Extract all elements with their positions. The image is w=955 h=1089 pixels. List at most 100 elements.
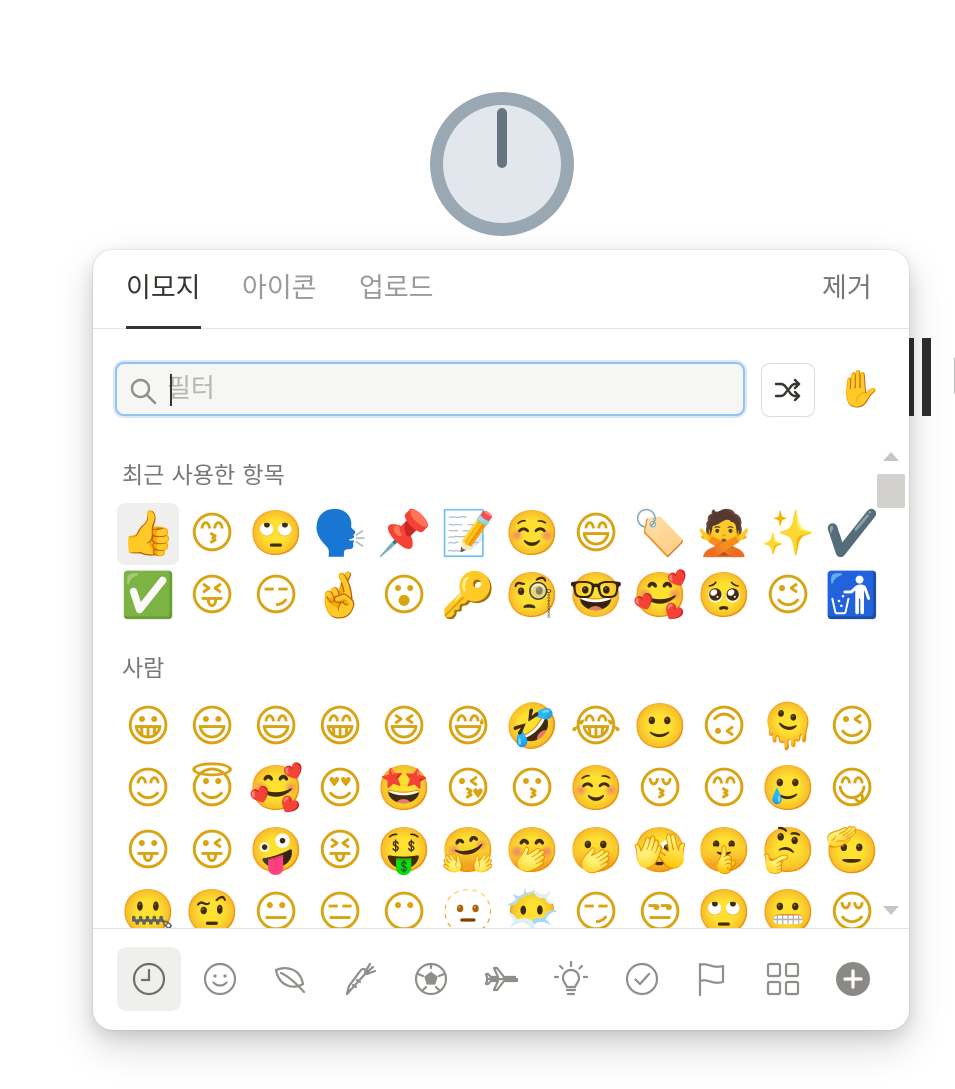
- category-custom-button[interactable]: [751, 947, 815, 1011]
- search-field[interactable]: [115, 362, 745, 416]
- emoji-button[interactable]: ✅: [117, 565, 179, 627]
- emoji-button[interactable]: 😗: [501, 758, 563, 820]
- emoji-button[interactable]: 🙄: [693, 882, 755, 929]
- emoji-button[interactable]: 📝: [437, 503, 499, 565]
- emoji-button[interactable]: 🤐: [117, 882, 179, 929]
- emoji-button[interactable]: 🤨: [181, 882, 243, 929]
- emoji-button[interactable]: 😍: [309, 758, 371, 820]
- emoji-button[interactable]: 📌: [373, 503, 435, 565]
- category-food-button[interactable]: [328, 947, 392, 1011]
- emoji-list-scrollbar[interactable]: [875, 446, 909, 926]
- tab-upload-label: 업로드: [359, 273, 434, 304]
- emoji-button[interactable]: 😚: [629, 758, 691, 820]
- emoji-button[interactable]: 😬: [757, 882, 819, 929]
- emoji-button[interactable]: 😒: [629, 882, 691, 929]
- emoji-button[interactable]: ☺️: [565, 758, 627, 820]
- emoji-button[interactable]: 🥺: [693, 565, 755, 627]
- scroll-up-arrow[interactable]: [883, 452, 899, 461]
- add-emoji-button[interactable]: [821, 947, 885, 1011]
- emoji-button[interactable]: 😮: [373, 565, 435, 627]
- emoji-button[interactable]: 🫣: [629, 820, 691, 882]
- grid-icon: [766, 962, 800, 996]
- emoji-button[interactable]: 😘: [437, 758, 499, 820]
- emoji-button[interactable]: 😉: [757, 565, 819, 627]
- random-emoji-button[interactable]: [761, 363, 815, 417]
- emoji-button[interactable]: 🤫: [693, 820, 755, 882]
- category-nature-button[interactable]: [258, 947, 322, 1011]
- emoji-button[interactable]: 😄: [565, 503, 627, 565]
- remove-button[interactable]: 제거: [822, 250, 872, 328]
- scroll-thumb[interactable]: [877, 474, 905, 508]
- emoji-button[interactable]: 😙: [693, 758, 755, 820]
- page-clock-icon[interactable]: [424, 86, 580, 242]
- emoji-button[interactable]: 🫢: [565, 820, 627, 882]
- emoji-button[interactable]: 🤭: [501, 820, 563, 882]
- emoji-button[interactable]: 😉: [821, 696, 883, 758]
- category-objects-button[interactable]: [539, 947, 603, 1011]
- emoji-button[interactable]: 😄: [245, 696, 307, 758]
- emoji-button[interactable]: ☺️: [501, 503, 563, 565]
- emoji-button[interactable]: 😁: [309, 696, 371, 758]
- emoji-button[interactable]: 😑: [309, 882, 371, 929]
- emoji-button[interactable]: 😃: [181, 696, 243, 758]
- emoji-button[interactable]: 😌: [821, 882, 883, 929]
- emoji-button[interactable]: 🥰: [629, 565, 691, 627]
- emoji-button[interactable]: 🤗: [437, 820, 499, 882]
- emoji-button[interactable]: 🚮: [821, 565, 883, 627]
- emoji-button[interactable]: 🫠: [757, 696, 819, 758]
- scroll-down-arrow[interactable]: [883, 906, 899, 915]
- emoji-button[interactable]: 🙃: [693, 696, 755, 758]
- emoji-button[interactable]: 🤩: [373, 758, 435, 820]
- check-circle-icon: [625, 962, 659, 996]
- search-input[interactable]: [167, 370, 727, 408]
- emoji-button[interactable]: 😜: [181, 820, 243, 882]
- emoji-button[interactable]: 🫡: [821, 820, 883, 882]
- emoji-button[interactable]: 😐: [245, 882, 307, 929]
- emoji-button[interactable]: ✔️: [821, 503, 883, 565]
- category-travel-button[interactable]: [469, 947, 533, 1011]
- category-symbols-button[interactable]: [610, 947, 674, 1011]
- emoji-button[interactable]: 👍: [117, 503, 179, 565]
- emoji-button[interactable]: 🫥: [437, 882, 499, 929]
- tab-icons[interactable]: 아이콘: [242, 250, 317, 328]
- emoji-button[interactable]: 🤑: [373, 820, 435, 882]
- skin-tone-button[interactable]: ✋: [831, 362, 887, 418]
- emoji-list[interactable]: 최근 사용한 항목 👍 😙 🙄 🗣️ 📌 📝 ☺️ 😄 🏷️ 🙅 ✨ ✔️ ✅ 😝 😏 🤞 😮 🔑 🧐 🤓 🥰 🥺 😉 🚮 사…: [93, 440, 909, 928]
- category-recent-button[interactable]: [117, 947, 181, 1011]
- emoji-button[interactable]: 😆: [373, 696, 435, 758]
- emoji-button[interactable]: 🥲: [757, 758, 819, 820]
- emoji-button[interactable]: 😝: [309, 820, 371, 882]
- emoji-button[interactable]: 😝: [181, 565, 243, 627]
- emoji-button[interactable]: 😇: [181, 758, 243, 820]
- emoji-button[interactable]: 😊: [117, 758, 179, 820]
- emoji-button[interactable]: 🗣️: [309, 503, 371, 565]
- emoji-button[interactable]: 😂: [565, 696, 627, 758]
- emoji-button[interactable]: 🤔: [757, 820, 819, 882]
- emoji-button[interactable]: 🥰: [245, 758, 307, 820]
- tab-emoji[interactable]: 이모지: [126, 250, 201, 329]
- emoji-button[interactable]: 🏷️: [629, 503, 691, 565]
- emoji-button[interactable]: 🙂: [629, 696, 691, 758]
- tab-upload[interactable]: 업로드: [359, 250, 434, 328]
- category-people-button[interactable]: [188, 947, 252, 1011]
- emoji-button[interactable]: 🤪: [245, 820, 307, 882]
- emoji-button[interactable]: 🧐: [501, 565, 563, 627]
- emoji-button[interactable]: 😏: [245, 565, 307, 627]
- emoji-button[interactable]: 😶‍🌫️: [501, 882, 563, 929]
- emoji-button[interactable]: 😛: [117, 820, 179, 882]
- emoji-button[interactable]: 😀: [117, 696, 179, 758]
- emoji-button[interactable]: 🤣: [501, 696, 563, 758]
- emoji-button[interactable]: 😅: [437, 696, 499, 758]
- emoji-button[interactable]: 😶: [373, 882, 435, 929]
- emoji-button[interactable]: 🙄: [245, 503, 307, 565]
- emoji-button[interactable]: 🔑: [437, 565, 499, 627]
- category-activity-button[interactable]: [399, 947, 463, 1011]
- emoji-button[interactable]: 😋: [821, 758, 883, 820]
- emoji-button[interactable]: 🤓: [565, 565, 627, 627]
- emoji-button[interactable]: 🙅: [693, 503, 755, 565]
- emoji-button[interactable]: 😙: [181, 503, 243, 565]
- emoji-button[interactable]: 😏: [565, 882, 627, 929]
- category-flags-button[interactable]: [680, 947, 744, 1011]
- emoji-button[interactable]: 🤞: [309, 565, 371, 627]
- emoji-button[interactable]: ✨: [757, 503, 819, 565]
